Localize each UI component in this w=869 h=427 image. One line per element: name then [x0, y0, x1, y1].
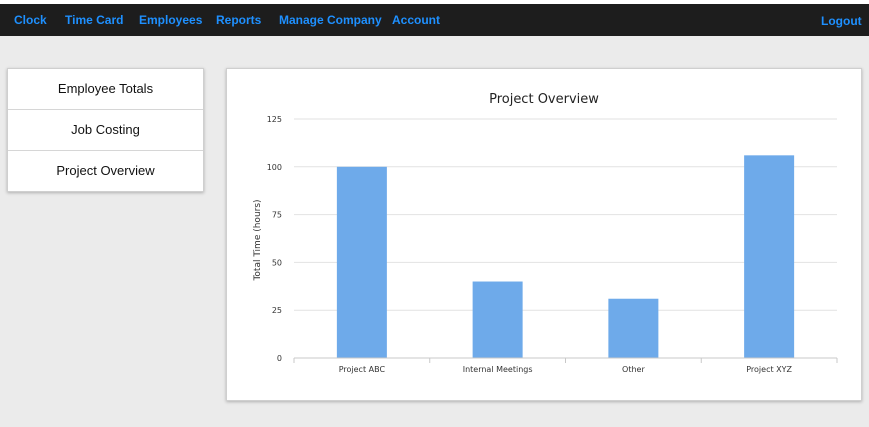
bars	[336, 155, 795, 358]
chart-panel: Project Overview Total Time (hours) 0 25 5…	[226, 68, 862, 401]
y-axis-label: Total Time (hours)	[253, 199, 263, 281]
nav-account[interactable]: Account	[392, 13, 440, 27]
y-tick-label: 75	[272, 211, 282, 220]
nav-manage-company[interactable]: Manage Company	[279, 13, 382, 27]
bar	[336, 166, 387, 358]
project-overview-chart: Project Overview Total Time (hours) 0 25 5…	[253, 92, 838, 374]
bar	[744, 155, 795, 358]
y-tick-label: 25	[272, 306, 282, 315]
nav-time-card[interactable]: Time Card	[65, 13, 123, 27]
x-tick-label: Project ABC	[339, 365, 386, 374]
y-tick-label: 50	[272, 258, 282, 267]
reports-sidebar: Employee Totals Job Costing Project Over…	[7, 68, 204, 192]
bar	[472, 281, 523, 358]
nav-reports[interactable]: Reports	[216, 13, 261, 27]
nav-clock[interactable]: Clock	[14, 13, 47, 27]
x-tick-label: Internal Meetings	[463, 365, 533, 374]
x-tick-label: Other	[622, 365, 645, 374]
y-tick-label: 0	[277, 354, 282, 363]
y-tick-label: 125	[267, 115, 282, 124]
logout-link[interactable]: Logout	[821, 14, 862, 28]
y-tick-label: 100	[267, 163, 282, 172]
x-tick-label: Project XYZ	[746, 365, 792, 374]
sidebar-item-employee-totals[interactable]: Employee Totals	[8, 69, 203, 110]
axes	[293, 357, 838, 363]
chart-title: Project Overview	[489, 92, 599, 107]
top-navbar: Clock Time Card Employees Reports Manage…	[0, 4, 869, 36]
nav-employees[interactable]: Employees	[139, 13, 202, 27]
sidebar-item-job-costing[interactable]: Job Costing	[8, 110, 203, 151]
bar	[608, 298, 659, 358]
sidebar-item-project-overview[interactable]: Project Overview	[8, 151, 203, 191]
